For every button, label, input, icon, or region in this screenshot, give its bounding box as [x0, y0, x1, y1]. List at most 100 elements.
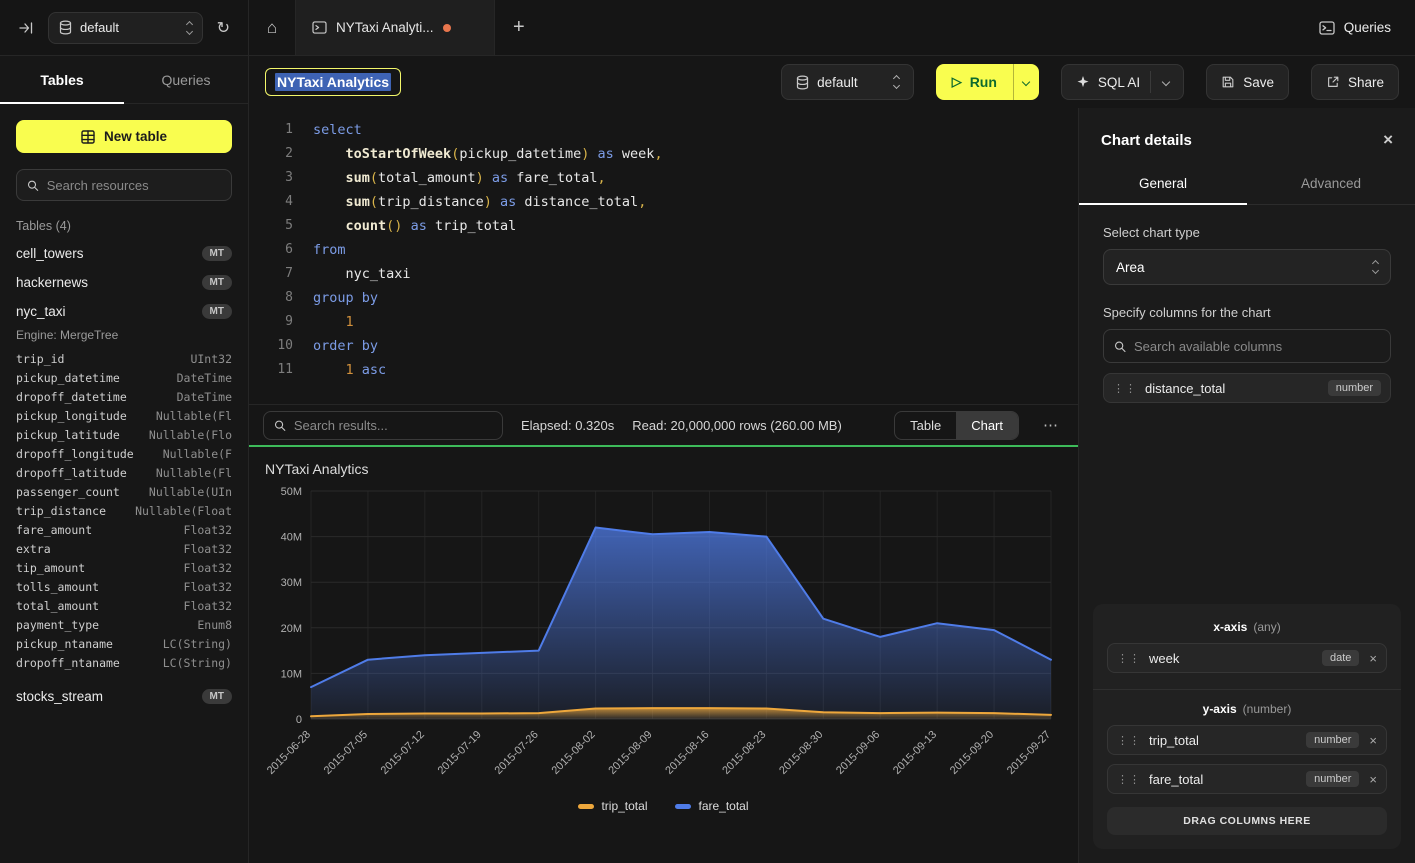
save-icon	[1221, 75, 1235, 89]
sparkle-icon	[1076, 75, 1090, 89]
column-row: dropoff_longitudeNullable(F	[0, 444, 248, 463]
x-axis-items: ⋮⋮weekdate×	[1103, 643, 1391, 673]
database-selector[interactable]: default	[48, 12, 203, 44]
y-axis-items: ⋮⋮trip_totalnumber×⋮⋮fare_totalnumber×	[1103, 725, 1391, 794]
column-name: distance_total	[1145, 381, 1225, 396]
divider	[1150, 71, 1151, 93]
save-button[interactable]: Save	[1206, 64, 1289, 100]
close-icon[interactable]: ×	[1383, 130, 1393, 150]
new-table-button[interactable]: New table	[16, 120, 232, 153]
available-column-distance_total[interactable]: ⋮⋮distance_totalnumber	[1103, 373, 1391, 403]
drop-zone[interactable]: DRAG COLUMNS HERE	[1107, 807, 1387, 835]
code-line: 5 count() as trip_total	[267, 214, 1078, 238]
drag-handle-icon[interactable]: ⋮⋮	[1113, 382, 1137, 395]
remove-icon[interactable]: ×	[1369, 733, 1377, 748]
sql-ai-button[interactable]: SQL AI	[1061, 64, 1184, 100]
axis-config-card: x-axis(any) ⋮⋮weekdate× y-axis(number) ⋮…	[1093, 604, 1401, 849]
line-number: 7	[267, 262, 293, 286]
resource-search-input[interactable]	[47, 178, 221, 193]
rows-read: Read: 20,000,000 rows (260.00 MB)	[632, 418, 842, 433]
queries-button[interactable]: Queries	[1319, 20, 1391, 35]
panel-tab-general[interactable]: General	[1079, 166, 1247, 204]
table-row-cell_towers[interactable]: cell_towersMT	[0, 239, 248, 268]
legend-item-fare_total[interactable]: fare_total	[675, 799, 748, 813]
column-row: tip_amountFloat32	[0, 558, 248, 577]
legend-label: trip_total	[601, 799, 647, 813]
column-name: fare_total	[1149, 772, 1203, 787]
share-button[interactable]: Share	[1311, 64, 1399, 100]
view-toggle-chart[interactable]: Chart	[956, 412, 1018, 439]
search-icon	[27, 179, 39, 192]
view-toggle: Table Chart	[894, 411, 1019, 440]
svg-text:50M: 50M	[281, 486, 302, 498]
legend-item-trip_total[interactable]: trip_total	[578, 799, 647, 813]
run-button[interactable]: ▷ Run	[936, 64, 1013, 100]
collapse-sidebar-button[interactable]	[14, 16, 38, 40]
column-row: passenger_countNullable(UIn	[0, 482, 248, 501]
new-tab-button[interactable]: +	[495, 16, 543, 39]
table-row-stocks_stream[interactable]: stocks_streamMT	[0, 682, 248, 711]
table-name: hackernews	[16, 275, 88, 290]
refresh-button[interactable]: ↻	[213, 14, 234, 42]
line-number: 8	[267, 286, 293, 310]
area-chart[interactable]: 010M20M30M40M50M2015-06-282015-07-052015…	[265, 481, 1065, 799]
type-badge: number	[1306, 732, 1359, 748]
column-name: dropoff_datetime	[16, 390, 127, 404]
home-button[interactable]: ⌂	[249, 0, 295, 55]
column-search-input[interactable]	[1134, 339, 1380, 354]
sql-editor[interactable]: 1select2 toStartOfWeek(pickup_datetime) …	[249, 108, 1078, 404]
table-name: stocks_stream	[16, 689, 103, 704]
arrow-to-bar-icon	[18, 20, 34, 36]
panel-tab-advanced[interactable]: Advanced	[1247, 166, 1415, 204]
y-axis-column-trip_total[interactable]: ⋮⋮trip_totalnumber×	[1107, 725, 1387, 755]
queries-icon	[1319, 21, 1335, 35]
column-row: total_amountFloat32	[0, 596, 248, 615]
chart-type-select[interactable]: Area	[1103, 249, 1391, 285]
column-row: trip_distanceNullable(Float	[0, 501, 248, 520]
query-title-input[interactable]: NYTaxi Analytics	[265, 68, 401, 96]
more-options-button[interactable]: ⋯	[1037, 416, 1064, 434]
column-type: Float32	[184, 580, 232, 594]
query-database-selector[interactable]: default	[781, 64, 914, 100]
code-line: 9 1	[267, 310, 1078, 334]
divider	[1093, 689, 1401, 690]
column-type: Float32	[184, 523, 232, 537]
column-row: trip_idUInt32	[0, 349, 248, 368]
columns-label: Specify columns for the chart	[1103, 305, 1391, 320]
queries-button-label: Queries	[1344, 20, 1391, 35]
tables-section-label: Tables (4)	[16, 219, 232, 233]
tab-nytaxi-analytics[interactable]: NYTaxi Analyti...	[295, 0, 495, 55]
remove-icon[interactable]: ×	[1369, 651, 1377, 666]
column-name: tolls_amount	[16, 580, 99, 594]
column-search[interactable]	[1103, 329, 1391, 363]
line-number: 2	[267, 142, 293, 166]
results-search-input[interactable]	[294, 418, 492, 433]
share-icon	[1326, 75, 1340, 89]
table-name: cell_towers	[16, 246, 84, 261]
drag-handle-icon[interactable]: ⋮⋮	[1117, 773, 1141, 786]
svg-text:40M: 40M	[281, 532, 302, 544]
table-row-nyc_taxi[interactable]: nyc_taxiMT	[0, 297, 248, 326]
remove-icon[interactable]: ×	[1369, 772, 1377, 787]
table-list: cell_towersMThackernewsMTnyc_taxiMTEngin…	[0, 239, 248, 711]
column-row: dropoff_latitudeNullable(Fl	[0, 463, 248, 482]
resource-search[interactable]	[16, 169, 232, 201]
results-search[interactable]	[263, 411, 503, 440]
y-axis-column-fare_total[interactable]: ⋮⋮fare_totalnumber×	[1107, 764, 1387, 794]
drag-handle-icon[interactable]: ⋮⋮	[1117, 652, 1141, 665]
run-button-group: ▷ Run	[936, 64, 1039, 100]
legend-label: fare_total	[698, 799, 748, 813]
topbar-left: default ↻	[0, 0, 249, 55]
chart-title: NYTaxi Analytics	[265, 461, 1062, 477]
sidebar-tab-queries[interactable]: Queries	[124, 56, 248, 103]
code-line: 3 sum(total_amount) as fare_total,	[267, 166, 1078, 190]
drag-handle-icon[interactable]: ⋮⋮	[1117, 734, 1141, 747]
run-options-button[interactable]	[1013, 64, 1039, 100]
x-axis-column-week[interactable]: ⋮⋮weekdate×	[1107, 643, 1387, 673]
view-toggle-table[interactable]: Table	[895, 412, 956, 439]
svg-text:0: 0	[296, 714, 302, 726]
line-number: 3	[267, 166, 293, 190]
chevron-updown-icon	[187, 22, 192, 34]
sidebar-tab-tables[interactable]: Tables	[0, 56, 124, 103]
table-row-hackernews[interactable]: hackernewsMT	[0, 268, 248, 297]
